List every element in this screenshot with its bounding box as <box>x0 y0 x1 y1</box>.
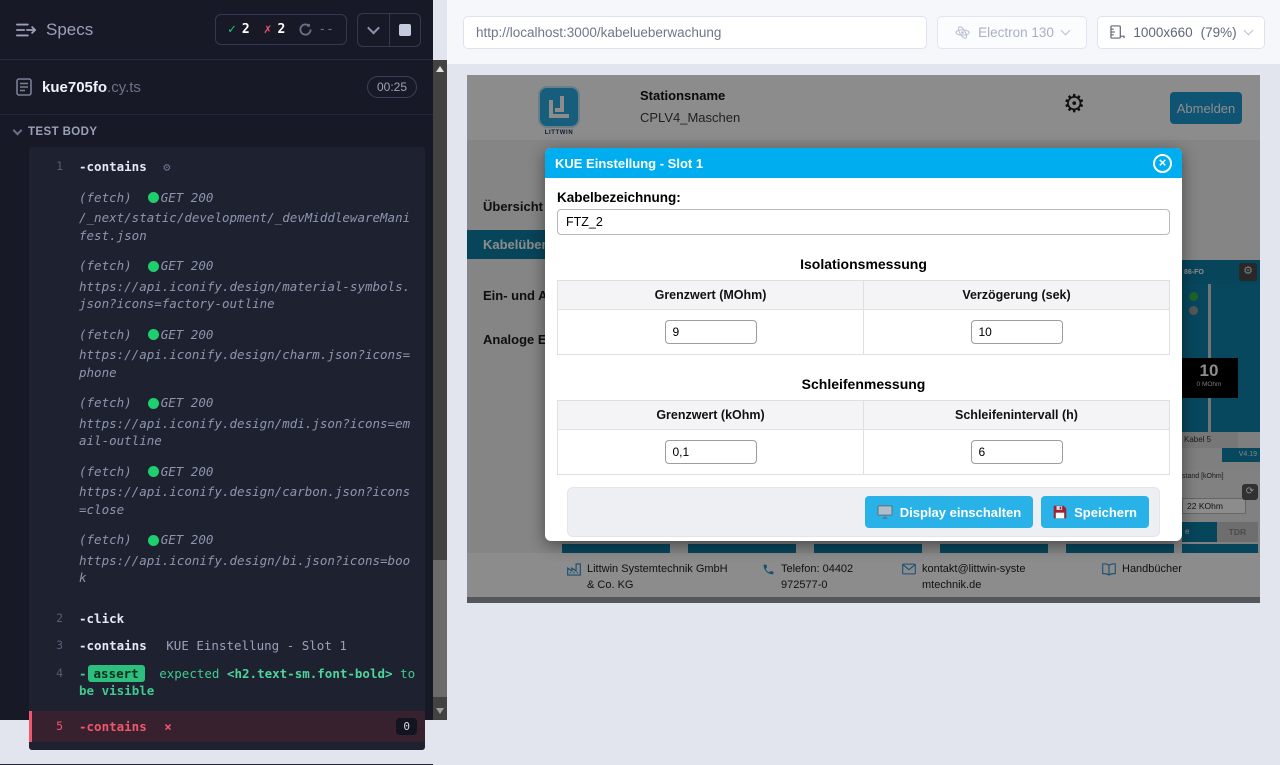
status-ok-dot <box>148 535 159 546</box>
specs-title[interactable]: Specs <box>46 20 93 40</box>
url-input[interactable] <box>466 25 924 40</box>
fetch-log-entry: (fetch)GET 200 https://api.iconify.desig… <box>79 326 417 382</box>
status-ok-dot <box>148 261 159 272</box>
modal-footer: Display einschalten Speichern <box>567 487 1160 537</box>
specs-menu-icon[interactable] <box>16 22 36 38</box>
scroll-up-arrow[interactable] <box>436 66 444 72</box>
chevron-down-icon <box>13 126 23 136</box>
status-ok-dot <box>148 398 159 409</box>
grenzwert-mohm-input[interactable] <box>665 320 757 344</box>
fetch-log-entry: (fetch)GET 200 /_next/static/development… <box>79 189 417 245</box>
reporter-header: Specs ✓2 ✗2 -- <box>0 0 433 60</box>
fail-x-icon: × <box>164 719 172 734</box>
command-row-contains-failed[interactable]: 5 -contains × 0 <box>29 711 425 743</box>
speichern-button[interactable]: Speichern <box>1041 496 1149 528</box>
col-schleifenintervall-h: Schleifenintervall (h) <box>864 401 1170 430</box>
stop-icon <box>399 24 411 36</box>
col-grenzwert-kohm: Grenzwert (kOhm) <box>558 401 864 430</box>
cypress-reporter: Specs ✓2 ✗2 -- kue705fo.cy.ts 00:25 TEST… <box>0 0 433 720</box>
app-frame: LITTWIN Stationsname CPLV4_Maschen ⚙ Abm… <box>467 75 1260 603</box>
monitor-icon <box>877 505 893 519</box>
isolationsmessung-table: Grenzwert (MOhm) Verzögerung (sek) <box>557 280 1170 355</box>
assert-chip: assert <box>88 665 145 682</box>
command-row-assert[interactable]: 4 -assert expected <h2.text-sm.font-bold… <box>29 660 425 705</box>
stop-button[interactable] <box>389 14 420 46</box>
command-options-gear-icon: ⚙ <box>163 160 170 174</box>
command-message: KUE Einstellung - Slot 1 <box>166 638 347 653</box>
stat-passed: ✓2 <box>228 22 250 37</box>
hook-count-badge: 0 <box>396 718 417 735</box>
spec-name: kue705fo.cy.ts <box>42 79 141 96</box>
command-row-contains[interactable]: 1 -contains ⚙ (fetch)GET 200 /_next/stat… <box>29 153 425 605</box>
test-stats: ✓2 ✗2 -- <box>215 14 347 45</box>
fetch-log-entry: (fetch)GET 200 https://api.iconify.desig… <box>79 257 417 313</box>
test-body-toggle[interactable]: TEST BODY <box>0 115 433 145</box>
viewport-select[interactable]: 1000x660 (79%) <box>1097 16 1265 49</box>
kue-settings-modal: KUE Einstellung - Slot 1 × Kabelbezeichn… <box>545 148 1182 541</box>
grenzwert-kohm-input[interactable] <box>665 440 757 464</box>
close-icon[interactable]: × <box>1153 154 1172 173</box>
ruler-icon <box>1110 25 1125 39</box>
check-icon: ✓ <box>228 22 236 37</box>
url-bar <box>463 16 927 49</box>
electron-icon <box>955 25 970 40</box>
spec-file-icon <box>16 78 32 96</box>
spec-duration-badge: 00:25 <box>367 76 417 98</box>
command-log: 1 -contains ⚙ (fetch)GET 200 /_next/stat… <box>29 147 425 750</box>
stat-failed: ✗2 <box>264 22 286 37</box>
chevron-down-icon <box>1243 26 1253 36</box>
status-ok-dot <box>148 192 159 203</box>
status-ok-dot <box>148 329 159 340</box>
fetch-log-entry: (fetch)GET 200 https://api.iconify.desig… <box>79 531 417 587</box>
kabelbezeichnung-label: Kabelbezeichnung: <box>557 190 1170 205</box>
chevron-down-icon <box>367 22 380 35</box>
col-verzoegerung-sek: Verzögerung (sek) <box>864 281 1170 310</box>
cross-icon: ✗ <box>264 22 272 37</box>
modal-header: KUE Einstellung - Slot 1 × <box>545 148 1182 178</box>
aut-topbar: Electron 130 1000x660 (79%) <box>447 0 1280 64</box>
modal-title: KUE Einstellung - Slot 1 <box>555 156 703 171</box>
scrollbar-thumb[interactable] <box>433 560 447 697</box>
chevron-down-icon <box>1060 26 1070 36</box>
fetch-log-entry: (fetch)GET 200 https://api.iconify.desig… <box>79 463 417 519</box>
isolationsmessung-title: Isolationsmessung <box>557 256 1170 272</box>
spec-row[interactable]: kue705fo.cy.ts 00:25 <box>0 60 433 115</box>
col-grenzwert-mohm: Grenzwert (MOhm) <box>558 281 864 310</box>
schleifenmessung-table: Grenzwert (kOhm) Schleifenintervall (h) <box>557 400 1170 475</box>
verzoegerung-sek-input[interactable] <box>971 320 1063 344</box>
command-row-contains-slot[interactable]: 3 -contains KUE Einstellung - Slot 1 <box>29 632 425 660</box>
fetch-log-entry: (fetch)GET 200 https://api.iconify.desig… <box>79 394 417 450</box>
schleifenmessung-title: Schleifenmessung <box>557 376 1170 392</box>
scroll-down-arrow[interactable] <box>436 708 444 714</box>
pending-circle-icon <box>299 23 312 36</box>
status-ok-dot <box>148 466 159 477</box>
display-einschalten-button[interactable]: Display einschalten <box>865 496 1033 528</box>
modal-body: Kabelbezeichnung: Isolationsmessung Gren… <box>545 178 1182 537</box>
run-controls <box>357 13 421 47</box>
save-floppy-icon <box>1053 505 1067 519</box>
assert-target: <h2.text-sm.font-bold> <box>227 666 393 681</box>
kabelbezeichnung-input[interactable] <box>557 209 1170 235</box>
command-row-click[interactable]: 2 -click <box>29 605 425 633</box>
reporter-scrollbar[interactable] <box>433 60 447 720</box>
aut-pane: Electron 130 1000x660 (79%) <box>447 0 1280 720</box>
schleifenintervall-input[interactable] <box>971 440 1063 464</box>
collapse-all-button[interactable] <box>358 14 389 46</box>
stat-pending: -- <box>299 22 334 37</box>
spec-extension: .cy.ts <box>107 79 141 96</box>
kabelueberwachung-app: LITTWIN Stationsname CPLV4_Maschen ⚙ Abm… <box>467 75 1260 603</box>
browser-select[interactable]: Electron 130 <box>937 16 1087 49</box>
